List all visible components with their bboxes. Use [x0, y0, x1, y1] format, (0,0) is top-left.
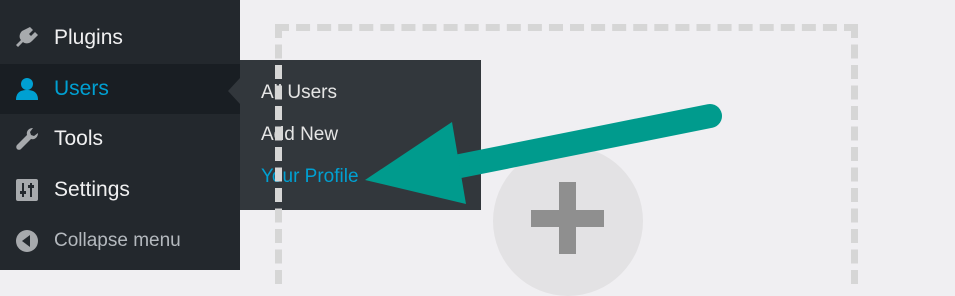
submenu-pointer [228, 78, 240, 104]
admin-sidebar: Plugins Users Tools Settings Collapse me… [0, 0, 240, 270]
wrench-icon [12, 124, 42, 154]
settings-sliders-icon [12, 175, 42, 205]
sidebar-item-label: Users [54, 77, 109, 100]
sidebar-item-tools[interactable]: Tools [0, 114, 240, 164]
sidebar-item-settings[interactable]: Settings [0, 165, 240, 215]
plugin-icon [12, 23, 42, 53]
collapse-arrow-icon [12, 226, 42, 256]
sidebar-top-strip [0, 0, 240, 12]
sidebar-item-label: Plugins [54, 26, 123, 49]
sidebar-item-label: Settings [54, 178, 130, 201]
plus-icon-bar [531, 210, 604, 227]
sidebar-collapse-menu[interactable]: Collapse menu [0, 216, 240, 266]
sidebar-item-label: Collapse menu [54, 230, 181, 251]
sidebar-item-label: Tools [54, 127, 104, 150]
sidebar-item-users[interactable]: Users [0, 64, 240, 114]
user-icon [12, 74, 42, 104]
sidebar-item-plugins[interactable]: Plugins [0, 13, 240, 63]
